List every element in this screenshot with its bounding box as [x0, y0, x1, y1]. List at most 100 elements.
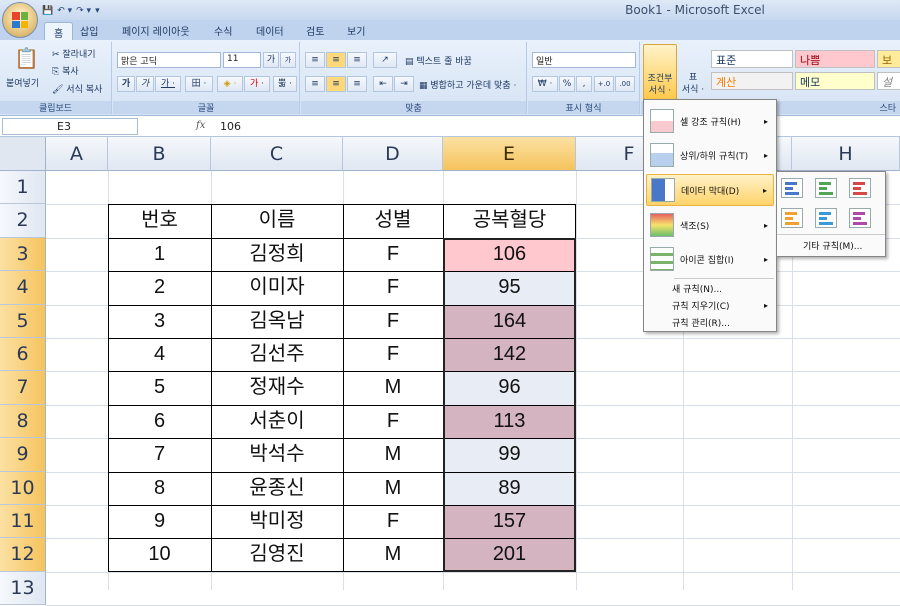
data-bars-icon [651, 178, 675, 202]
row-header-5[interactable]: 5 [0, 304, 46, 338]
row-header-6[interactable]: 6 [0, 338, 46, 372]
align-top-icon[interactable]: ≡ [305, 52, 325, 68]
title-bar: 💾 ↶ ▾ ↷ ▾ ▾ Book1 - Microsoft Excel [0, 0, 900, 20]
row-header-9[interactable]: 9 [0, 438, 46, 472]
menu-color-scales[interactable]: 색조(S) ▸ [646, 208, 774, 242]
tab-review[interactable]: 검토 [306, 23, 324, 38]
menu-separator [674, 278, 774, 279]
style-explanatory[interactable]: 설 [877, 72, 900, 90]
orientation-icon[interactable]: ↗ [373, 52, 397, 68]
table-col-border [343, 204, 344, 572]
icon-sets-icon [650, 247, 674, 271]
row-header-11[interactable]: 11 [0, 505, 46, 539]
alignment-group-label: 맞춤 [301, 101, 526, 114]
merge-center-button[interactable]: ▦ 병합하고 가운데 맞춤 · [419, 78, 516, 91]
style-memo[interactable]: 메모 [795, 72, 875, 90]
menu-top-bottom-rules[interactable]: 상위/하위 규칙(T) ▸ [646, 138, 774, 172]
font-group: 맑은 고딕 11 가 가 가 가 가 · 田 · ◈ · 가 · 뿗 · 글꼴 [113, 42, 300, 114]
row-gridline [46, 571, 900, 573]
column-header-h[interactable]: H [792, 137, 900, 171]
indent-decrease-icon[interactable]: ⇤ [373, 76, 393, 92]
formula-input[interactable]: 106 [220, 120, 241, 133]
menu-new-rule[interactable]: 새 규칙(N)... [646, 280, 774, 296]
tab-home[interactable]: 홈 [44, 22, 74, 40]
data-bar-green-icon[interactable] [815, 178, 837, 198]
font-color-button[interactable]: 가 · [244, 76, 270, 92]
comma-button[interactable]: , [576, 76, 592, 92]
menu-data-bars[interactable]: 데이터 막대(D) ▸ [646, 174, 774, 206]
paste-button[interactable]: 붙여넣기 [6, 76, 39, 89]
align-center-icon[interactable]: ≡ [326, 76, 346, 92]
column-header-c[interactable]: C [211, 137, 343, 171]
name-box[interactable]: E3 [2, 118, 138, 135]
row-header-3[interactable]: 3 [0, 237, 46, 272]
italic-button[interactable]: 가 [136, 76, 154, 92]
format-painter-button[interactable]: 🖌 서식 복사 [52, 82, 102, 95]
menu-manage-rules[interactable]: 규칙 관리(R)... [646, 314, 774, 330]
column-header-a[interactable]: A [46, 137, 108, 171]
cut-button[interactable]: ✂ 잘라내기 [52, 47, 96, 60]
insert-function-icon[interactable]: fx [196, 120, 205, 131]
align-left-icon[interactable]: ≡ [305, 76, 325, 92]
menu-clear-rules[interactable]: 규칙 지우기(C) ▸ [646, 297, 774, 313]
align-bottom-icon[interactable]: ≡ [347, 52, 367, 68]
fill-color-button[interactable]: ◈ · [217, 76, 243, 92]
style-calculation[interactable]: 계산 [711, 72, 793, 90]
column-header-b[interactable]: B [108, 137, 211, 171]
bold-button[interactable]: 가 [117, 76, 135, 92]
align-middle-icon[interactable]: ≡ [326, 52, 346, 68]
phonetic-button[interactable]: 뿗 · [273, 76, 297, 92]
data-bar-lightblue-icon[interactable] [815, 208, 837, 228]
percent-button[interactable]: % [559, 76, 575, 92]
clipboard-group-label: 클립보드 [0, 101, 111, 114]
style-bad[interactable]: 나쁨 [795, 50, 875, 68]
conditional-formatting-button[interactable]: 조건부 서식 · [643, 44, 677, 100]
border-button[interactable]: 田 · [185, 76, 213, 92]
indent-increase-icon[interactable]: ⇥ [394, 76, 414, 92]
underline-button[interactable]: 가 · [155, 76, 181, 92]
office-button[interactable] [2, 2, 38, 38]
submenu-more-rules[interactable]: 기타 규칙(M)... [803, 239, 862, 252]
menu-highlight-rules[interactable]: 셀 강조 규칙(H) ▸ [646, 104, 774, 138]
data-bar-blue-icon[interactable] [781, 178, 803, 198]
data-bar-purple-icon[interactable] [849, 208, 871, 228]
column-header-d[interactable]: D [343, 137, 443, 171]
window-title: Book1 - Microsoft Excel [625, 3, 765, 17]
tab-formulas[interactable]: 수식 [214, 23, 232, 38]
number-format-select[interactable]: 일반 [532, 52, 636, 68]
row-header-1[interactable]: 1 [0, 171, 46, 205]
paste-icon[interactable]: 📋 [14, 46, 39, 70]
wrap-text-button[interactable]: ▤ 텍스트 줄 바꿈 [405, 54, 472, 67]
select-all-corner[interactable] [0, 137, 46, 171]
data-bar-orange-icon[interactable] [781, 208, 803, 228]
highlight-rules-icon [650, 109, 674, 133]
row-header-12[interactable]: 12 [0, 538, 46, 572]
style-good[interactable]: 보 [877, 50, 900, 68]
grow-font-button[interactable]: 가 [263, 52, 279, 68]
row-header-2[interactable]: 2 [0, 204, 46, 238]
style-normal[interactable]: 표준 [711, 50, 793, 68]
tab-insert[interactable]: 삽입 [80, 23, 98, 38]
currency-button[interactable]: ₩ · [532, 76, 558, 92]
row-header-10[interactable]: 10 [0, 471, 46, 505]
row-header-4[interactable]: 4 [0, 271, 46, 305]
font-group-label: 글꼴 [113, 101, 299, 114]
format-as-table-button[interactable]: 표 서식 · [679, 44, 707, 100]
font-size-select[interactable]: 11 [223, 52, 261, 68]
decrease-decimal-button[interactable]: .00 [615, 76, 635, 92]
color-scales-icon [650, 213, 674, 237]
menu-icon-sets[interactable]: 아이콘 집합(I) ▸ [646, 242, 774, 276]
tab-data[interactable]: 데이터 [256, 23, 284, 38]
increase-decimal-button[interactable]: +.0 [594, 76, 614, 92]
tab-view[interactable]: 보기 [347, 23, 365, 38]
shrink-font-button[interactable]: 가 [280, 52, 296, 68]
copy-button[interactable]: ⎘ 복사 [52, 64, 79, 77]
row-header-7[interactable]: 7 [0, 371, 46, 405]
tab-page-layout[interactable]: 페이지 레이아웃 [122, 23, 190, 38]
data-bar-red-icon[interactable] [849, 178, 871, 198]
font-name-select[interactable]: 맑은 고딕 [117, 52, 221, 68]
row-header-13[interactable]: 13 [0, 571, 46, 606]
column-header-e[interactable]: E [443, 137, 576, 171]
row-header-8[interactable]: 8 [0, 404, 46, 439]
align-right-icon[interactable]: ≡ [347, 76, 367, 92]
